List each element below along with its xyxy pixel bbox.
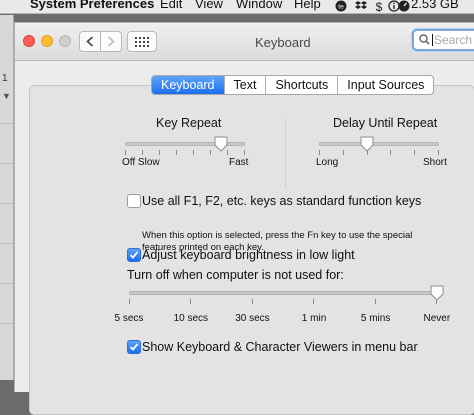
slider-tick: [210, 150, 211, 155]
brightness-label[interactable]: Adjust keyboard brightness in low light: [142, 248, 355, 262]
svg-text:$: $: [376, 0, 383, 12]
background-row-number: 1: [2, 73, 8, 84]
menu-window[interactable]: Window: [236, 0, 282, 11]
brightness-checkbox[interactable]: [127, 248, 141, 262]
grid-icon: [135, 36, 149, 47]
turn-off-tick-label: 30 secs: [235, 313, 270, 324]
show-all-button[interactable]: [127, 31, 157, 52]
minimize-button[interactable]: [41, 35, 53, 47]
tab-keyboard[interactable]: Keyboard: [152, 76, 225, 94]
tab-text[interactable]: Text: [225, 76, 267, 94]
viewers-checkbox[interactable]: [127, 340, 141, 354]
turn-off-tick-label: Never: [423, 313, 451, 324]
delay-until-repeat-track: [319, 142, 439, 146]
slider-tick: [374, 299, 376, 304]
slider-tick: [438, 150, 439, 155]
divider: [285, 118, 286, 188]
chevron-left-icon: [86, 36, 94, 47]
disclosure-triangle-icon: ▼: [2, 91, 11, 101]
background-window-edge: 1 ▼: [0, 15, 14, 380]
delay-until-repeat-max-label: Short: [423, 157, 447, 168]
slider-tick: [251, 299, 253, 304]
turn-off-track: [129, 291, 437, 295]
turn-off-tick-label: 10 secs: [173, 313, 209, 324]
window-title: Keyboard: [255, 35, 311, 50]
function-keys-label[interactable]: Use all F1, F2, etc. keys as standard fu…: [142, 194, 421, 208]
title-bar: Keyboard: [15, 23, 474, 61]
text-cursor: [432, 34, 433, 46]
turn-off-tick-label: 5 mins: [360, 313, 391, 324]
turn-off-tick-label: 5 secs: [114, 313, 144, 324]
tab-input-sources[interactable]: Input Sources: [338, 76, 433, 94]
back-button[interactable]: [79, 31, 101, 52]
key-repeat-label: Key Repeat: [156, 116, 222, 130]
chevron-right-icon: [107, 36, 115, 47]
search-icon: [419, 34, 430, 45]
slider-tick: [190, 299, 192, 304]
svg-text:te: te: [338, 4, 344, 11]
turn-off-label: Turn off when computer is not used for:: [127, 268, 344, 282]
menu-help[interactable]: Help: [294, 0, 321, 11]
tab-shortcuts[interactable]: Shortcuts: [266, 76, 339, 94]
menu-view[interactable]: View: [195, 0, 223, 11]
key-repeat-max-label: Fast: [229, 157, 249, 168]
slider-tick: [159, 150, 160, 155]
te-icon[interactable]: te: [335, 0, 347, 12]
slider-tick: [125, 150, 126, 155]
key-repeat-knob[interactable]: [214, 136, 228, 152]
menu-edit[interactable]: Edit: [160, 0, 182, 11]
slider-tick: [313, 299, 315, 304]
close-button[interactable]: [23, 35, 35, 47]
viewers-label[interactable]: Show Keyboard & Character Viewers in men…: [142, 340, 418, 354]
dollar-icon[interactable]: $: [373, 0, 385, 12]
search-field[interactable]: [412, 29, 474, 51]
slider-tick: [342, 150, 344, 155]
memory-status[interactable]: 2.53 GB: [411, 0, 459, 11]
app-menu[interactable]: System Preferences: [30, 0, 154, 11]
delay-until-repeat-knob[interactable]: [360, 136, 374, 152]
slider-tick: [176, 150, 177, 155]
checkmark-icon: [129, 343, 139, 351]
slider-tick: [414, 150, 416, 155]
search-input[interactable]: [434, 32, 474, 48]
menu-bar: System Preferences Edit View Window Help…: [0, 0, 474, 14]
zoom-button[interactable]: [59, 35, 71, 47]
slider-tick: [193, 150, 194, 155]
slider-tick: [129, 299, 130, 304]
key-repeat-min-label: Off Slow: [122, 157, 160, 168]
turn-off-knob[interactable]: [430, 285, 444, 301]
function-keys-note-line-1: When this option is selected, press the …: [142, 230, 413, 241]
slider-tick: [319, 150, 320, 155]
function-keys-checkbox[interactable]: [127, 194, 141, 208]
slider-tick: [244, 150, 245, 155]
slider-tick: [142, 150, 143, 155]
checkmark-icon: [129, 251, 139, 259]
turn-off-tick-label: 1 min: [301, 313, 327, 324]
delay-until-repeat-min-label: Long: [316, 157, 339, 168]
delay-until-repeat-label: Delay Until Repeat: [333, 116, 438, 130]
keyboard-preferences-window: Keyboard Keyboard Text Shortcuts Input S…: [14, 22, 474, 415]
tab-bar: Keyboard Text Shortcuts Input Sources: [151, 75, 435, 95]
forward-button[interactable]: [100, 31, 122, 52]
speedometer-icon[interactable]: [398, 0, 410, 12]
dropbox-icon[interactable]: [355, 0, 367, 12]
slider-tick: [390, 150, 392, 155]
